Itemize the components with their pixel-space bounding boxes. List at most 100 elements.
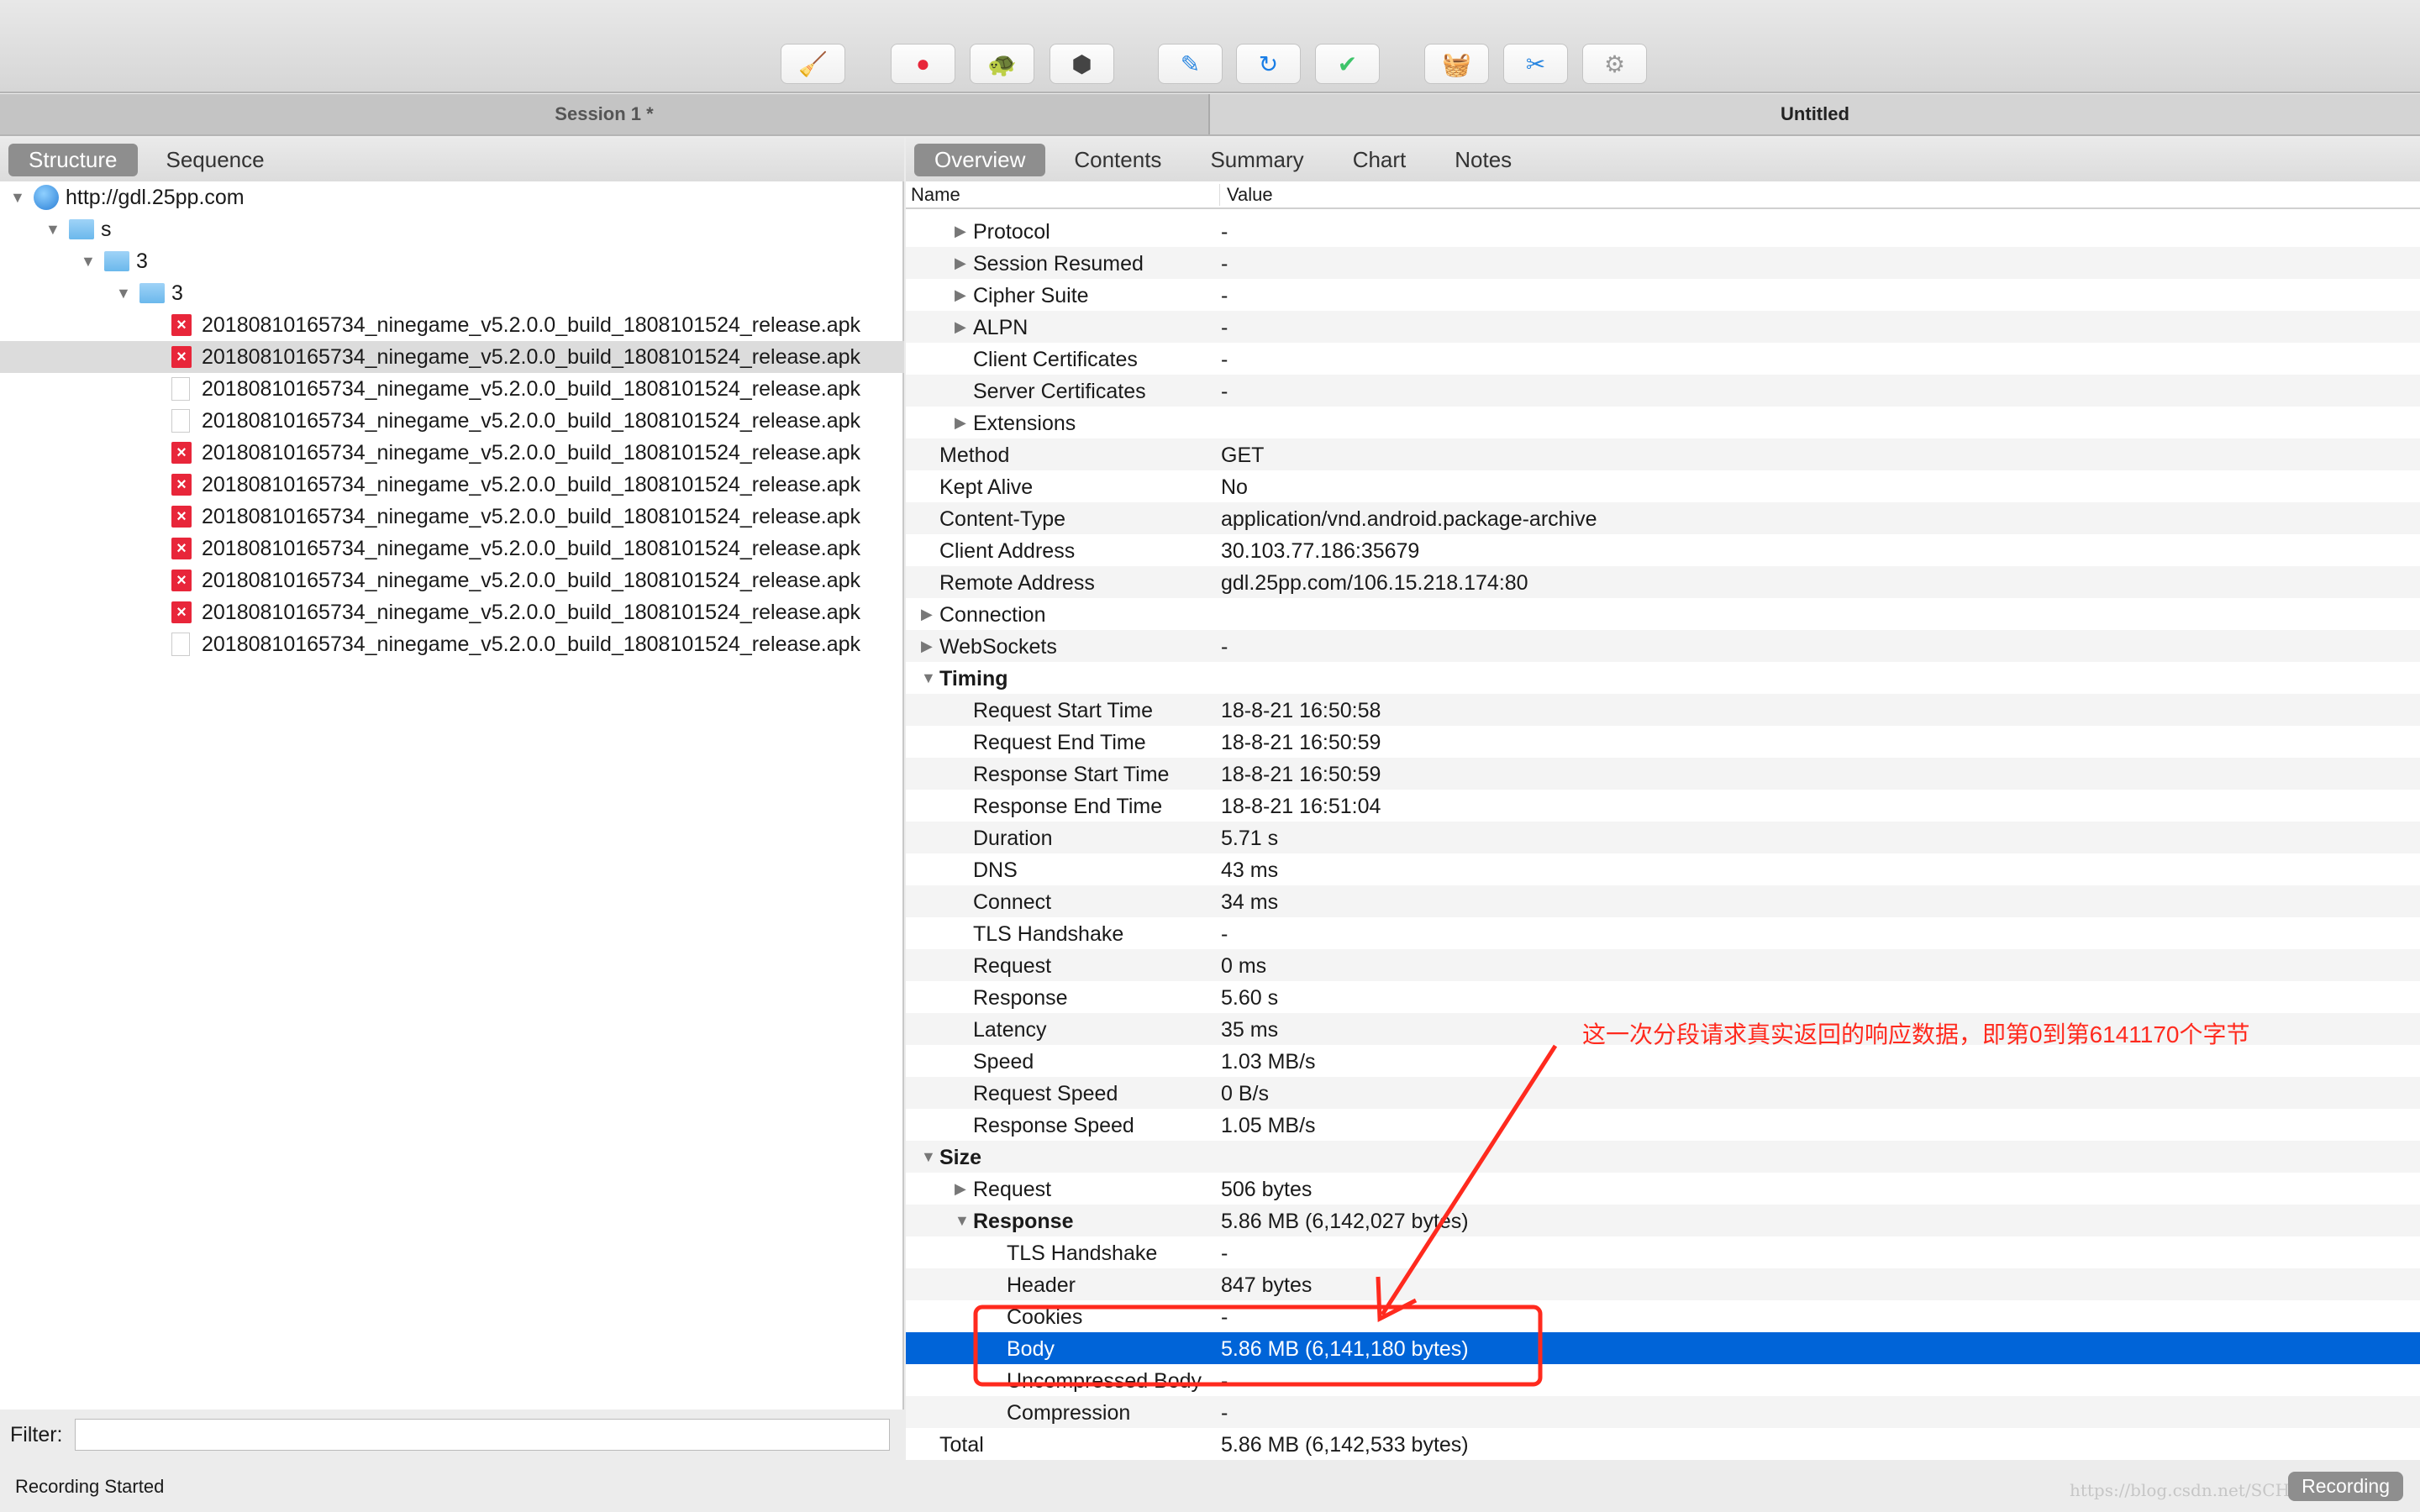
disclosure-closed-icon[interactable]: ▶ xyxy=(955,223,966,240)
filter-label: Filter: xyxy=(10,1422,63,1446)
row-value: - xyxy=(1221,922,1228,946)
tree-file[interactable]: × 20180810165734_ninegame_v5.2.0.0_build_… xyxy=(0,437,904,469)
disclosure-closed-icon[interactable]: ▶ xyxy=(921,606,933,623)
row-value: 0 B/s xyxy=(1221,1082,1269,1105)
table-row: Cookies - xyxy=(906,1300,2420,1332)
disclosure-open-icon[interactable]: ▼ xyxy=(10,189,25,207)
repeat-button[interactable]: ↻ xyxy=(1236,44,1301,84)
table-row[interactable]: ▶ Protocol - xyxy=(906,215,2420,247)
row-value: - xyxy=(1221,348,1228,371)
tab-summary[interactable]: Summary xyxy=(1190,144,1323,176)
table-row[interactable]: ▼ Response 5.86 MB (6,142,027 bytes) xyxy=(906,1205,2420,1236)
table-row[interactable]: ▼ Size xyxy=(906,1141,2420,1173)
column-header-name[interactable]: Name xyxy=(911,184,960,206)
throttle-turtle-icon: 🐢 xyxy=(987,50,1017,77)
table-row: Content-Type application/vnd.android.pack… xyxy=(906,502,2420,534)
stop-hexagon-icon: ⬢ xyxy=(1071,50,1092,77)
row-name: Remote Address xyxy=(939,571,1095,595)
row-name: Body xyxy=(1007,1337,1055,1361)
stop-hexagon-button[interactable]: ⬢ xyxy=(1050,44,1114,84)
session-tab[interactable]: Session 1 * xyxy=(0,94,1210,134)
row-name: Request xyxy=(973,1178,1052,1201)
tree-file[interactable]: × 20180810165734_ninegame_v5.2.0.0_build_… xyxy=(0,341,904,373)
record-button[interactable]: ● xyxy=(891,44,955,84)
row-value: No xyxy=(1221,475,1248,499)
document-title[interactable]: Untitled xyxy=(1210,94,2420,134)
row-name: Connect xyxy=(973,890,1052,914)
row-name: Server Certificates xyxy=(973,380,1146,403)
disclosure-closed-icon[interactable]: ▶ xyxy=(955,1180,966,1198)
disclosure-open-icon[interactable]: ▼ xyxy=(921,669,936,687)
disclosure-closed-icon[interactable]: ▶ xyxy=(921,638,933,655)
table-row[interactable]: ▶ Request 506 bytes xyxy=(906,1173,2420,1205)
disclosure-open-icon[interactable]: ▼ xyxy=(81,253,96,270)
tree-file[interactable]: × 20180810165734_ninegame_v5.2.0.0_build_… xyxy=(0,309,904,341)
tab-overview[interactable]: Overview xyxy=(914,143,1046,176)
tree-file[interactable]: × 20180810165734_ninegame_v5.2.0.0_build_… xyxy=(0,469,904,501)
disclosure-open-icon[interactable]: ▼ xyxy=(921,1148,936,1166)
table-row[interactable]: ▶ WebSockets - xyxy=(906,630,2420,662)
folder-icon xyxy=(69,219,94,239)
tree-file[interactable]: × 20180810165734_ninegame_v5.2.0.0_build_… xyxy=(0,596,904,628)
table-row[interactable]: ▶ Cipher Suite - xyxy=(906,279,2420,311)
row-value: 5.71 s xyxy=(1221,827,1279,850)
row-value: 30.103.77.186:35679 xyxy=(1221,539,1420,563)
tree-host[interactable]: ▼ http://gdl.25pp.com xyxy=(0,181,904,213)
row-name: Client Address xyxy=(939,539,1076,563)
filter-bar: Filter: xyxy=(0,1410,904,1460)
tree-file[interactable]: 20180810165734_ninegame_v5.2.0.0_build_1… xyxy=(0,405,904,437)
tree-file[interactable]: 20180810165734_ninegame_v5.2.0.0_build_1… xyxy=(0,628,904,660)
row-name: Request Start Time xyxy=(973,699,1153,722)
table-row[interactable]: ▶ ALPN - xyxy=(906,311,2420,343)
tab-chart[interactable]: Chart xyxy=(1333,144,1427,176)
disclosure-open-icon[interactable]: ▼ xyxy=(955,1212,970,1230)
edit-pen-button[interactable]: ✎ xyxy=(1158,44,1223,84)
disclosure-open-icon[interactable]: ▼ xyxy=(45,221,60,239)
tab-sequence[interactable]: Sequence xyxy=(146,144,285,176)
table-row[interactable]: ▶ Extensions xyxy=(906,407,2420,438)
column-header-value[interactable]: Value xyxy=(1219,183,1273,206)
tree-file[interactable]: × 20180810165734_ninegame_v5.2.0.0_build_… xyxy=(0,501,904,533)
session-bar: Session 1 * Untitled xyxy=(0,94,2420,136)
document-icon xyxy=(171,377,190,401)
tree-label: 20180810165734_ninegame_v5.2.0.0_build_1… xyxy=(202,632,861,656)
tree-file[interactable]: 20180810165734_ninegame_v5.2.0.0_build_1… xyxy=(0,373,904,405)
table-row[interactable]: ▼ Timing xyxy=(906,662,2420,694)
row-name: Request End Time xyxy=(973,731,1146,754)
overview-table: Name Value ▶ Protocol - ▶ Session Resumed - ▶ C… xyxy=(906,181,2420,1460)
basket-button[interactable]: 🧺 xyxy=(1424,44,1489,84)
tree-label: 20180810165734_ninegame_v5.2.0.0_build_1… xyxy=(202,376,861,401)
row-value: 18-8-21 16:50:58 xyxy=(1221,699,1381,722)
tree-file[interactable]: × 20180810165734_ninegame_v5.2.0.0_build_… xyxy=(0,533,904,564)
clear-broom-button[interactable]: 🧹 xyxy=(781,44,845,84)
table-row: Duration 5.71 s xyxy=(906,822,2420,853)
tree-file[interactable]: × 20180810165734_ninegame_v5.2.0.0_build_… xyxy=(0,564,904,596)
table-row[interactable]: ▶ Connection xyxy=(906,598,2420,630)
disclosure-closed-icon[interactable]: ▶ xyxy=(955,286,966,304)
row-value: - xyxy=(1221,380,1228,403)
tab-notes[interactable]: Notes xyxy=(1434,144,1532,176)
disclosure-open-icon[interactable]: ▼ xyxy=(116,285,131,302)
validate-check-button[interactable]: ✔ xyxy=(1315,44,1380,84)
tree-folder[interactable]: ▼ 3 xyxy=(0,245,904,277)
disclosure-closed-icon[interactable]: ▶ xyxy=(955,318,966,336)
tools-button[interactable]: ✂ xyxy=(1503,44,1568,84)
row-name: Cookies xyxy=(1007,1305,1083,1329)
row-name: ALPN xyxy=(973,316,1028,339)
row-name: Latency xyxy=(973,1018,1047,1042)
row-value: - xyxy=(1221,284,1228,307)
filter-input[interactable] xyxy=(74,1419,890,1451)
disclosure-closed-icon[interactable]: ▶ xyxy=(955,414,966,432)
disclosure-closed-icon[interactable]: ▶ xyxy=(955,255,966,272)
error-icon: × xyxy=(171,570,192,591)
row-value: 18-8-21 16:50:59 xyxy=(1221,763,1381,786)
tab-structure[interactable]: Structure xyxy=(8,143,138,176)
recording-badge[interactable]: Recording xyxy=(2288,1472,2403,1501)
throttle-turtle-button[interactable]: 🐢 xyxy=(970,44,1034,84)
table-row: TLS Handshake - xyxy=(906,917,2420,949)
settings-gear-button[interactable]: ⚙ xyxy=(1582,44,1647,84)
tree-folder[interactable]: ▼ 3 xyxy=(0,277,904,309)
tree-folder[interactable]: ▼ s xyxy=(0,213,904,245)
tab-contents[interactable]: Contents xyxy=(1054,144,1181,176)
table-row[interactable]: ▶ Session Resumed - xyxy=(906,247,2420,279)
